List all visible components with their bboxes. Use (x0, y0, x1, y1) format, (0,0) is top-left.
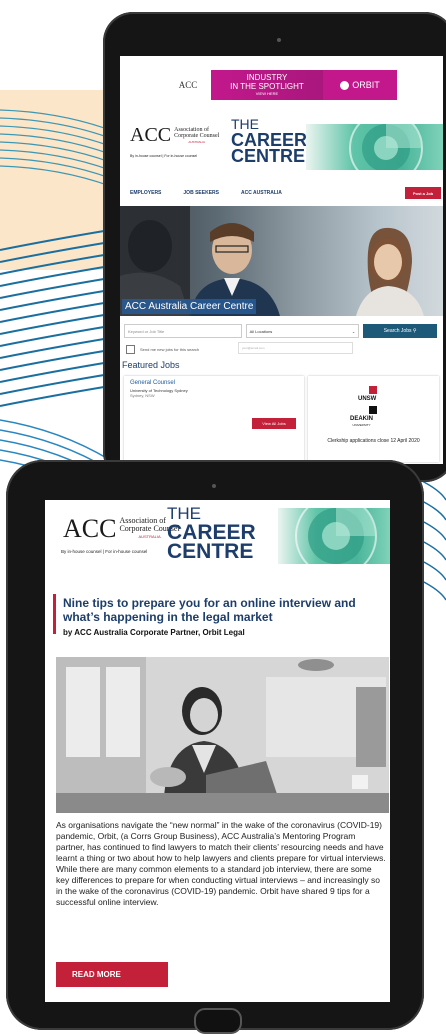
acc-logo-line2: Corporate Counsel (174, 132, 220, 139)
keyword-input[interactable]: Keyword or Job Title (124, 324, 242, 338)
ad-acc-logo: ACC (178, 80, 198, 90)
search-jobs-label: Search Jobs (383, 328, 412, 334)
camera-dot (212, 484, 216, 488)
career-centre-title: THE CAREER CENTRE (231, 116, 307, 166)
clerkship-notice: Clerkship applications close 12 April 20… (327, 438, 420, 444)
acc-tagline: By in-house counsel | For in-house couns… (130, 154, 198, 158)
career-centre-title: THE CAREER CENTRE (167, 504, 256, 563)
ad-orbit-label: ORBIT (352, 80, 380, 90)
newsletter-screen: ACC Association of Corporate Counsel AUS… (45, 500, 390, 1002)
tablet-top: ACC INDUSTRY IN THE SPOTLIGHT VIEW HERE … (103, 12, 446, 482)
ad-spotlight[interactable]: INDUSTRY IN THE SPOTLIGHT VIEW HERE (211, 70, 323, 100)
article-accent-bar (53, 594, 56, 634)
featured-job-card[interactable]: General Counsel University of Technology… (124, 376, 304, 462)
career-centre-graphic (306, 124, 443, 170)
main-nav: EMPLOYERS JOB SEEKERS ACC AUSTRALIA Post… (130, 184, 441, 202)
nav-acc-australia[interactable]: ACC AUSTRALIA (241, 190, 282, 196)
article-body: As organisations navigate the “new norma… (56, 820, 386, 907)
ad-banner[interactable]: ACC INDUSTRY IN THE SPOTLIGHT VIEW HERE … (165, 70, 397, 100)
deakin-crest-icon (369, 406, 377, 414)
ad-spotlight-line2: IN THE SPOTLIGHT (230, 82, 304, 91)
nav-job-seekers[interactable]: JOB SEEKERS (183, 190, 219, 196)
search-icon: ⚲ (412, 328, 417, 334)
post-job-button[interactable]: Post a Job (405, 187, 441, 199)
sponsor-card[interactable]: UNSW DEAKIN UNIVERSITY Clerkship applica… (308, 376, 439, 462)
job-title[interactable]: General Counsel (130, 380, 175, 386)
nav-employers[interactable]: EMPLOYERS (130, 190, 161, 196)
alert-email-input[interactable]: your@email.com (238, 342, 353, 354)
view-all-jobs-button[interactable]: View All Jobs (252, 418, 296, 429)
acc-tagline: By in-house counsel | For in-house couns… (61, 549, 148, 554)
home-button[interactable] (194, 1008, 242, 1034)
career-centre-graphic (278, 508, 390, 564)
location-select[interactable]: All Locations ⌄ (245, 324, 360, 338)
job-alert-checkbox[interactable] (126, 344, 135, 354)
job-alert-label: Send me new jobs for this search (140, 346, 200, 352)
search-jobs-button[interactable]: Search Jobs ⚲ (363, 324, 438, 338)
job-search-row: Keyword or Job Title All Locations ⌄ Sea… (124, 324, 438, 338)
featured-jobs-heading: Featured Jobs (122, 360, 180, 370)
hero-image: ACC Australia Career Centre (120, 206, 443, 316)
camera-dot (277, 38, 281, 42)
career-centre-centre: CENTRE (231, 146, 306, 166)
location-select-value: All Locations (249, 328, 273, 334)
career-centre-screen: ACC INDUSTRY IN THE SPOTLIGHT VIEW HERE … (120, 56, 443, 464)
deakin-sub: UNIVERSITY (352, 423, 371, 427)
career-centre-centre: CENTRE (167, 540, 254, 563)
orbit-logo-icon (340, 80, 350, 90)
acc-logo[interactable]: ACC Association of Corporate Counsel AUS… (63, 514, 180, 544)
chevron-down-icon: ⌄ (351, 328, 356, 334)
acc-logo[interactable]: ACC Association of Corporate Counsel AUS… (130, 124, 219, 147)
acc-logo-country: AUSTRALIA (188, 139, 206, 144)
article-photo (56, 657, 389, 813)
hero-caption: ACC Australia Career Centre (122, 299, 257, 314)
ad-orbit[interactable]: ORBIT (323, 70, 397, 100)
acc-logo-mark: ACC (63, 514, 117, 543)
unsw-crest-icon (369, 386, 377, 394)
ad-spotlight-line1: INDUSTRY (246, 73, 288, 82)
unsw-logo: UNSW (358, 396, 377, 402)
ad-spotlight-line3: VIEW HERE (255, 91, 279, 96)
read-more-button[interactable]: READ MORE (56, 962, 168, 987)
tablet-bottom: ACC Association of Corporate Counsel AUS… (6, 460, 424, 1034)
job-location: Sydney, NSW (130, 393, 155, 398)
acc-logo-mark: ACC (130, 124, 172, 146)
deakin-logo: DEAKIN UNIVERSITY (350, 416, 373, 428)
article-byline: by ACC Australia Corporate Partner, Orbi… (63, 628, 245, 637)
article-title[interactable]: Nine tips to prepare you for an online i… (63, 596, 381, 624)
